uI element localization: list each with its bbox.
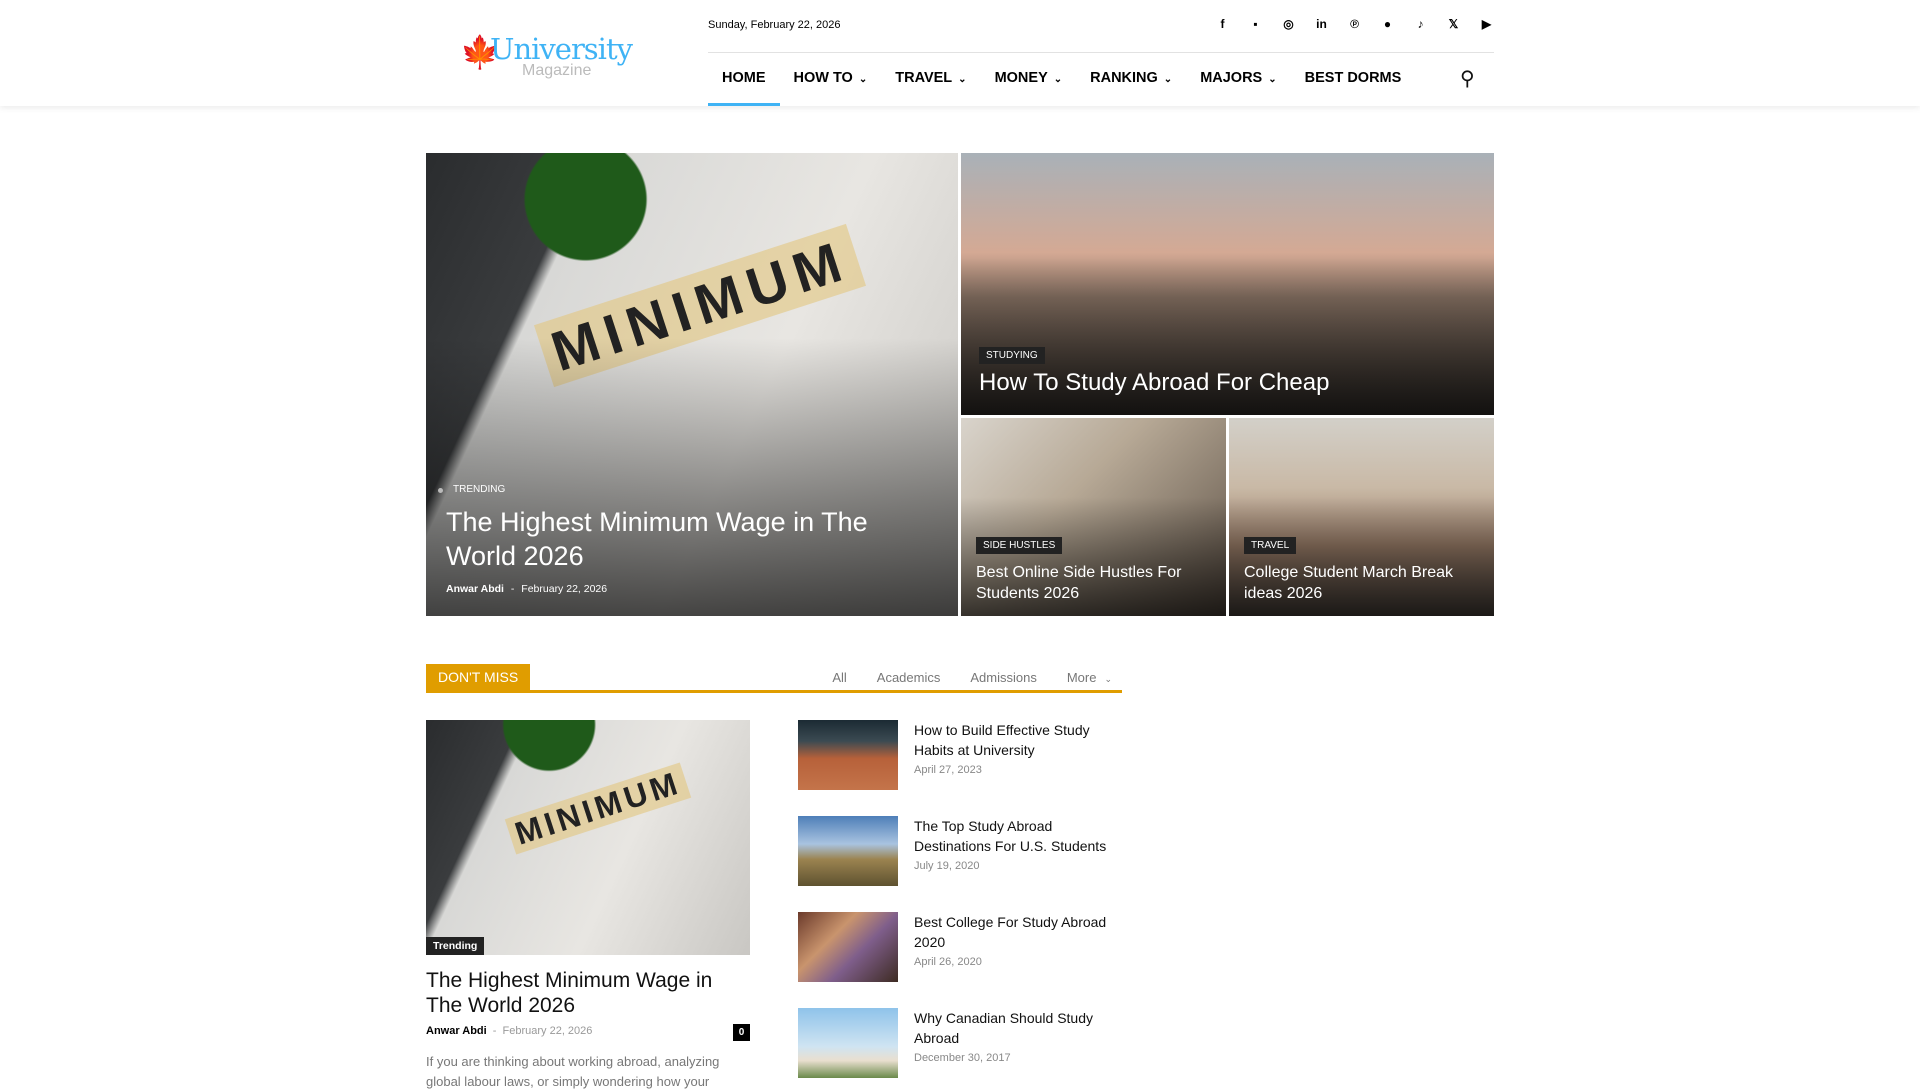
tab-all[interactable]: All bbox=[832, 670, 846, 685]
hero-author[interactable]: Anwar Abdi bbox=[446, 583, 504, 595]
hero-tile-studying[interactable]: STUDYING How To Study Abroad For Cheap bbox=[961, 153, 1494, 415]
dot-icon bbox=[438, 488, 443, 493]
list-date: July 19, 2020 bbox=[914, 860, 980, 872]
nav-home[interactable]: HOME bbox=[708, 58, 780, 106]
list-item[interactable]: Best College For Study Abroad 2020 April… bbox=[798, 912, 1128, 984]
nav-label: HOME bbox=[722, 70, 766, 86]
chevron-down-icon: ⌄ bbox=[1268, 74, 1277, 85]
tiktok-icon[interactable]: ♪ bbox=[1404, 17, 1437, 31]
comment-count[interactable]: 0 bbox=[733, 1024, 750, 1041]
featured-image[interactable]: MINIMUM Trending bbox=[426, 720, 750, 955]
list-title[interactable]: How to Build Effective Study Habits at U… bbox=[914, 720, 1124, 760]
logo-brand: University bbox=[490, 32, 633, 66]
nav-label: BEST DORMS bbox=[1304, 70, 1402, 86]
divider bbox=[708, 52, 1494, 53]
list-date: April 27, 2023 bbox=[914, 764, 982, 776]
dont-miss-tabs: All Academics Admissions More ⌄ bbox=[832, 670, 1112, 685]
shade bbox=[426, 338, 958, 616]
list-date: April 26, 2020 bbox=[914, 956, 982, 968]
hero-tile-travel[interactable]: TRAVEL College Student March Break ideas… bbox=[1229, 418, 1494, 616]
youtube-icon[interactable]: ▶ bbox=[1470, 17, 1503, 31]
list-item[interactable]: Why Canadian Should Study Abroad Decembe… bbox=[798, 1008, 1128, 1080]
nav-label: MONEY bbox=[994, 70, 1048, 86]
facebook-icon[interactable]: f bbox=[1206, 17, 1239, 31]
list-title[interactable]: Why Canadian Should Study Abroad bbox=[914, 1008, 1124, 1048]
nav-label: RANKING bbox=[1090, 70, 1158, 86]
featured-image-text: MINIMUM bbox=[504, 762, 692, 855]
dont-miss-header: DON'T MISS All Academics Admissions More… bbox=[426, 664, 1122, 693]
x-icon[interactable]: 𝕏 bbox=[1437, 17, 1470, 31]
featured-title[interactable]: The Highest Minimum Wage in The World 20… bbox=[426, 968, 746, 1018]
chevron-down-icon: ⌄ bbox=[1053, 74, 1063, 85]
chevron-down-icon: ⌄ bbox=[1163, 74, 1173, 85]
tile-category[interactable]: STUDYING bbox=[979, 347, 1045, 364]
tab-admissions[interactable]: Admissions bbox=[970, 670, 1036, 685]
hero-tile-side-hustles[interactable]: SIDE HUSTLES Best Online Side Hustles Fo… bbox=[961, 418, 1226, 616]
nav-best-dorms[interactable]: BEST DORMS bbox=[1291, 58, 1416, 106]
tab-academics[interactable]: Academics bbox=[877, 670, 941, 685]
instagram-icon[interactable]: ◎ bbox=[1272, 17, 1305, 31]
nav-label: MAJORS bbox=[1200, 70, 1263, 86]
list-title[interactable]: Best College For Study Abroad 2020 bbox=[914, 912, 1124, 952]
nav-ranking[interactable]: RANKING ⌄ bbox=[1076, 58, 1186, 106]
chevron-down-icon: ⌄ bbox=[958, 74, 967, 85]
thumbnail[interactable] bbox=[798, 816, 898, 886]
tab-more-label: More bbox=[1066, 670, 1097, 685]
dont-miss-label: DON'T MISS bbox=[426, 664, 531, 690]
search-icon[interactable]: ⚲ bbox=[1460, 66, 1475, 91]
social-links: f ▪ ◎ in ℗ ● ♪ 𝕏 ▶ bbox=[1206, 17, 1503, 31]
featured-author[interactable]: Anwar Abdi bbox=[426, 1025, 487, 1037]
nav-travel[interactable]: TRAVEL ⌄ bbox=[881, 58, 980, 106]
tile-category[interactable]: SIDE HUSTLES bbox=[976, 537, 1063, 554]
separator: - bbox=[510, 583, 515, 595]
linkedin-icon[interactable]: in bbox=[1305, 17, 1338, 31]
nav-label: TRAVEL bbox=[895, 70, 953, 86]
nav-money[interactable]: MONEY ⌄ bbox=[981, 58, 1077, 106]
hero-date: February 22, 2026 bbox=[521, 583, 608, 595]
site-logo[interactable]: 🍁 University Magazine bbox=[460, 30, 633, 79]
tile-title[interactable]: Best Online Side Hustles For Students 20… bbox=[976, 562, 1216, 604]
logo-sub: Magazine bbox=[522, 62, 592, 79]
tile-title[interactable]: College Student March Break ideas 2026 bbox=[1244, 562, 1484, 604]
featured-excerpt: If you are thinking about working abroad… bbox=[426, 1054, 720, 1089]
hero-main-tile[interactable]: MINIMUM TRENDING The Highest Minimum Wag… bbox=[426, 153, 958, 616]
featured-badge[interactable]: Trending bbox=[426, 937, 485, 955]
list-title[interactable]: The Top Study Abroad Destinations For U.… bbox=[914, 816, 1124, 856]
hero-title[interactable]: The Highest Minimum Wage in The World 20… bbox=[446, 505, 926, 573]
flipboard-icon[interactable]: ▪ bbox=[1239, 17, 1272, 31]
pinterest-icon[interactable]: ℗ bbox=[1338, 17, 1371, 31]
site-header: 🍁 University Magazine Sunday, February 2… bbox=[0, 0, 1920, 106]
current-date: Sunday, February 22, 2026 bbox=[708, 19, 841, 31]
separator: - bbox=[492, 1025, 497, 1037]
tile-category[interactable]: TRAVEL bbox=[1244, 537, 1297, 554]
chevron-down-icon: ⌄ bbox=[858, 74, 868, 85]
spotify-icon[interactable]: ● bbox=[1371, 17, 1404, 31]
tile-title[interactable]: How To Study Abroad For Cheap bbox=[979, 369, 1329, 397]
nav-how-to[interactable]: HOW TO ⌄ bbox=[780, 58, 882, 106]
nav-label: HOW TO bbox=[793, 70, 853, 86]
list-date: December 30, 2017 bbox=[914, 1052, 1011, 1064]
nav-majors[interactable]: MAJORS ⌄ bbox=[1186, 58, 1290, 106]
list-item[interactable]: How to Build Effective Study Habits at U… bbox=[798, 720, 1128, 792]
thumbnail[interactable] bbox=[798, 720, 898, 790]
featured-date: February 22, 2026 bbox=[502, 1025, 593, 1037]
thumbnail[interactable] bbox=[798, 912, 898, 982]
chevron-down-icon: ⌄ bbox=[1104, 674, 1112, 684]
main-nav: HOME HOW TO ⌄ TRAVEL ⌄ MONEY ⌄ RANKING ⌄ MAJORS ⌄ B… bbox=[708, 58, 1415, 106]
hero-category[interactable]: TRENDING bbox=[453, 484, 505, 495]
list-item[interactable]: The Top Study Abroad Destinations For U.… bbox=[798, 816, 1128, 888]
tab-more[interactable]: More ⌄ bbox=[1067, 670, 1112, 685]
thumbnail[interactable] bbox=[798, 1008, 898, 1078]
